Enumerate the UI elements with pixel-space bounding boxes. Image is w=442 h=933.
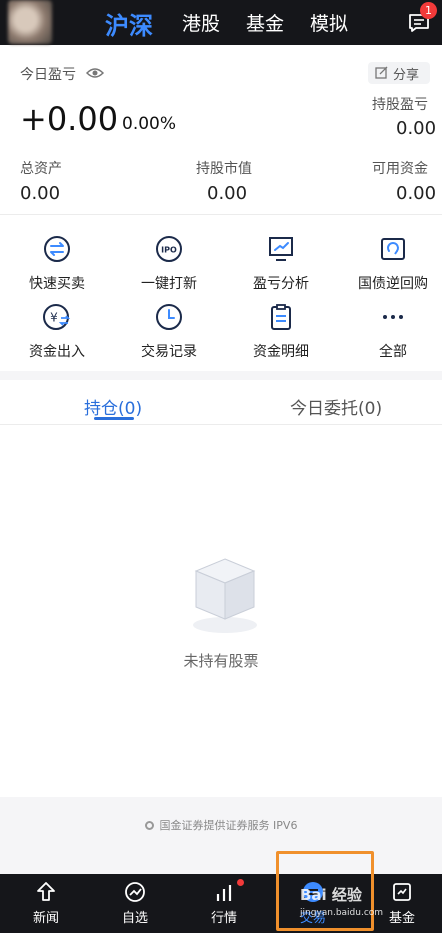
footer-note: 国金证券提供证券服务 IPV6 xyxy=(0,817,442,833)
func-label: 一键打新 xyxy=(141,276,197,292)
bottom-tab-news[interactable]: 新闻 xyxy=(2,874,90,933)
broker-logo-icon xyxy=(144,821,154,830)
func-label: 国债逆回购 xyxy=(358,276,428,292)
svg-text:IPO: IPO xyxy=(161,246,177,255)
func-repo[interactable]: 国债逆回购 xyxy=(338,235,442,305)
func-fund-transfer[interactable]: ¥ 资金出入 xyxy=(2,303,112,373)
footer-area xyxy=(0,797,442,874)
empty-box-icon xyxy=(193,558,257,633)
bottom-tab-market[interactable]: 行情 xyxy=(180,874,268,933)
today-pl-value: +0.00 xyxy=(20,100,119,138)
market-icon xyxy=(216,885,232,901)
top-nav-bar: 沪深 港股 基金 模拟 1 xyxy=(0,0,442,45)
section-separator xyxy=(0,371,442,380)
market-value-value: 0.00 xyxy=(207,183,248,204)
func-fund-details[interactable]: 资金明细 xyxy=(226,303,336,373)
bottom-tab-watchlist[interactable]: 自选 xyxy=(91,874,179,933)
total-assets-label: 总资产 xyxy=(20,161,62,177)
bottom-tab-label: 行情 xyxy=(210,911,237,926)
tab-ganggu[interactable]: 港股 xyxy=(182,9,220,36)
today-pl-rate: 0.00% xyxy=(122,114,177,134)
watchlist-icon xyxy=(125,882,145,902)
func-label: 全部 xyxy=(379,344,407,360)
func-all[interactable]: 全部 xyxy=(338,303,442,373)
func-ipo[interactable]: IPO 一键打新 xyxy=(114,235,224,305)
func-label: 盈亏分析 xyxy=(253,276,309,292)
empty-state-text: 未持有股票 xyxy=(183,652,259,670)
repo-icon xyxy=(381,238,405,260)
watermark: Bai 经验 xyxy=(300,886,362,904)
available-funds-value: 0.00 xyxy=(396,183,437,204)
ipo-icon: IPO xyxy=(156,236,182,262)
tab-today-orders[interactable]: 今日委托(0) xyxy=(290,394,382,419)
active-tab-indicator xyxy=(94,417,134,420)
watermark-url: jingyan.baidu.com xyxy=(300,908,384,918)
clock-icon xyxy=(156,304,182,330)
market-value-label: 持股市值 xyxy=(196,161,252,177)
swap-icon xyxy=(44,236,70,262)
tab-hushen[interactable]: 沪深 xyxy=(105,6,153,41)
holding-pl-value: 0.00 xyxy=(396,118,437,139)
chart-monitor-icon xyxy=(269,237,293,261)
footer-note-text: 国金证券提供证券服务 IPV6 xyxy=(159,819,298,832)
share-label: 分享 xyxy=(393,68,420,83)
available-funds-label: 可用资金 xyxy=(372,161,428,177)
func-label: 交易记录 xyxy=(141,344,197,360)
news-icon xyxy=(37,882,55,901)
svg-text:¥: ¥ xyxy=(50,311,58,325)
func-trade-records[interactable]: 交易记录 xyxy=(114,303,224,373)
func-pl-analysis[interactable]: 盈亏分析 xyxy=(226,235,336,305)
func-quick-trade[interactable]: 快速买卖 xyxy=(2,235,112,305)
holding-pl-label: 持股盈亏 xyxy=(372,97,428,113)
tab-holdings[interactable]: 持仓(0) xyxy=(84,394,142,419)
more-icon xyxy=(383,315,403,319)
eye-icon[interactable] xyxy=(86,66,104,80)
yuan-transfer-icon: ¥ xyxy=(43,304,71,330)
tab-moni[interactable]: 模拟 xyxy=(310,9,348,36)
total-assets-value: 0.00 xyxy=(20,183,61,204)
share-icon xyxy=(375,66,388,79)
func-label: 资金出入 xyxy=(29,344,85,360)
clipboard-icon xyxy=(271,304,291,330)
tab-jijin[interactable]: 基金 xyxy=(246,9,284,36)
divider xyxy=(0,214,442,215)
avatar[interactable] xyxy=(8,0,52,44)
notification-dot xyxy=(237,879,244,886)
fund-icon xyxy=(393,883,411,901)
bottom-nav-bar: 新闻 自选 行情 交易 基金 xyxy=(0,874,442,933)
message-badge: 1 xyxy=(420,2,437,19)
bottom-tab-label: 自选 xyxy=(121,911,148,926)
divider xyxy=(0,424,442,425)
today-pl-label: 今日盈亏 xyxy=(20,67,76,83)
share-button[interactable]: 分享 xyxy=(368,62,430,84)
func-label: 快速买卖 xyxy=(29,276,85,292)
bottom-tab-fund[interactable]: 基金 xyxy=(358,874,442,933)
bottom-tab-label: 新闻 xyxy=(32,911,59,926)
func-label: 资金明细 xyxy=(253,344,309,360)
